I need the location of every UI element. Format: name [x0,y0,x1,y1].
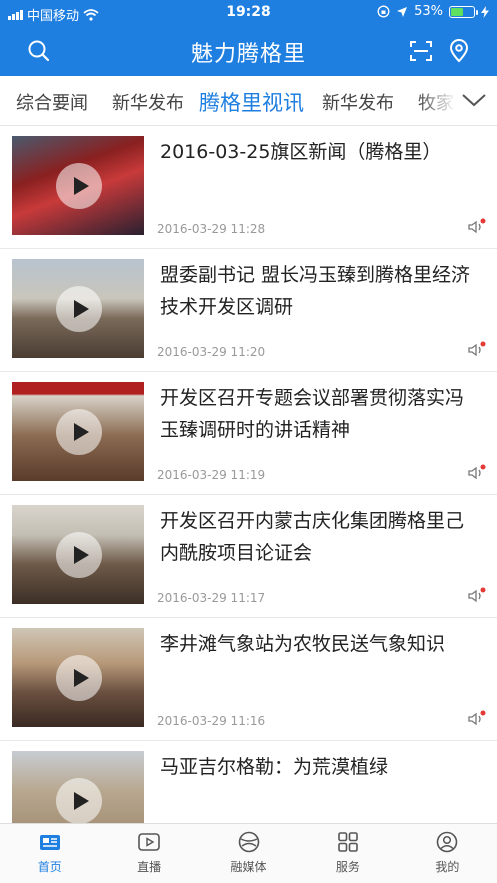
list-item[interactable]: 开发区召开专题会议部署贯彻落实冯玉臻调研时的讲话精神 2016-03-29 11… [0,372,497,495]
tab-xinhua-release[interactable]: 新华发布 [112,89,184,115]
speaker-icon[interactable] [467,587,487,605]
news-title[interactable]: 2016-03-25旗区新闻（腾格里） [160,136,475,168]
play-icon[interactable] [56,286,102,332]
channel-tabs: 综合要闻 新华发布 腾格里视讯 新华发布 牧家 [0,76,497,126]
video-thumbnail[interactable] [12,259,144,358]
news-title[interactable]: 开发区召开专题会议部署贯彻落实冯玉臻调研时的讲话精神 [160,382,475,446]
news-date: 2016-03-29 11:28 [157,222,266,236]
tab-xinhua-release-2[interactable]: 新华发布 [322,89,394,115]
scan-icon[interactable] [408,38,434,64]
video-thumbnail[interactable] [12,628,144,727]
play-icon[interactable] [56,163,102,209]
speaker-icon[interactable] [467,464,487,482]
nav-live[interactable]: 直播 [99,824,198,883]
list-item[interactable]: 开发区召开内蒙古庆化集团腾格里己内酰胺项目论证会 2016-03-29 11:1… [0,495,497,618]
rotation-lock-icon [377,5,390,18]
grid-icon [338,832,358,852]
nav-profile-label: 我的 [435,860,460,874]
news-date: 2016-03-29 11:20 [157,345,266,359]
news-list: 2016-03-25旗区新闻（腾格里） 2016-03-29 11:28 盟委副… [0,126,497,823]
nav-profile[interactable]: 我的 [398,824,497,883]
home-news-icon [39,835,60,850]
video-play-icon [138,833,160,851]
nav-home[interactable]: 首页 [0,824,99,883]
news-title[interactable]: 马亚吉尔格勒：为荒漠植绿 [160,751,475,783]
nav-media-label: 融媒体 [230,860,267,874]
battery-percent: 53% [414,4,443,19]
news-date: 2016-03-29 11:16 [157,714,266,728]
news-date: 2016-03-29 11:17 [157,591,266,605]
video-thumbnail[interactable] [12,382,144,481]
nav-services[interactable]: 服务 [298,824,397,883]
status-bar: 中国移动 19:28 53% [0,0,497,26]
tab-tengger-video[interactable]: 腾格里视讯 [199,87,304,117]
news-title[interactable]: 李井滩气象站为农牧民送气象知识 [160,628,475,660]
speaker-icon[interactable] [467,710,487,728]
location-arrow-icon [397,6,408,17]
bottom-tab-bar: 首页 直播 融媒体 服务 我的 [0,823,497,883]
news-title[interactable]: 开发区召开内蒙古庆化集团腾格里己内酰胺项目论证会 [160,505,475,569]
chevron-down-icon[interactable] [461,90,487,110]
play-icon[interactable] [56,409,102,455]
location-pin-icon[interactable] [446,38,472,64]
tab-comprehensive-news[interactable]: 综合要闻 [16,89,88,115]
list-item[interactable]: 李井滩气象站为农牧民送气象知识 2016-03-29 11:16 [0,618,497,741]
nav-services-label: 服务 [335,860,360,874]
battery-icon [449,5,478,18]
play-icon[interactable] [56,778,102,823]
video-thumbnail[interactable] [12,751,144,823]
news-date: 2016-03-29 11:19 [157,468,266,482]
app-header: 魅力腾格里 [0,26,497,76]
list-item[interactable]: 马亚吉尔格勒：为荒漠植绿 [0,741,497,823]
nav-media[interactable]: 融媒体 [199,824,298,883]
speaker-icon[interactable] [467,341,487,359]
video-thumbnail[interactable] [12,136,144,235]
list-item[interactable]: 2016-03-25旗区新闻（腾格里） 2016-03-29 11:28 [0,126,497,249]
play-icon[interactable] [56,655,102,701]
nav-live-label: 直播 [137,860,162,874]
news-title[interactable]: 盟委副书记 盟长冯玉臻到腾格里经济技术开发区调研 [160,259,475,323]
video-thumbnail[interactable] [12,505,144,604]
speaker-icon[interactable] [467,218,487,236]
play-icon[interactable] [56,532,102,578]
list-item[interactable]: 盟委副书记 盟长冯玉臻到腾格里经济技术开发区调研 2016-03-29 11:2… [0,249,497,372]
charging-icon [481,5,489,18]
globe-icon [238,831,259,853]
nav-home-label: 首页 [37,860,62,874]
user-icon [437,831,458,853]
